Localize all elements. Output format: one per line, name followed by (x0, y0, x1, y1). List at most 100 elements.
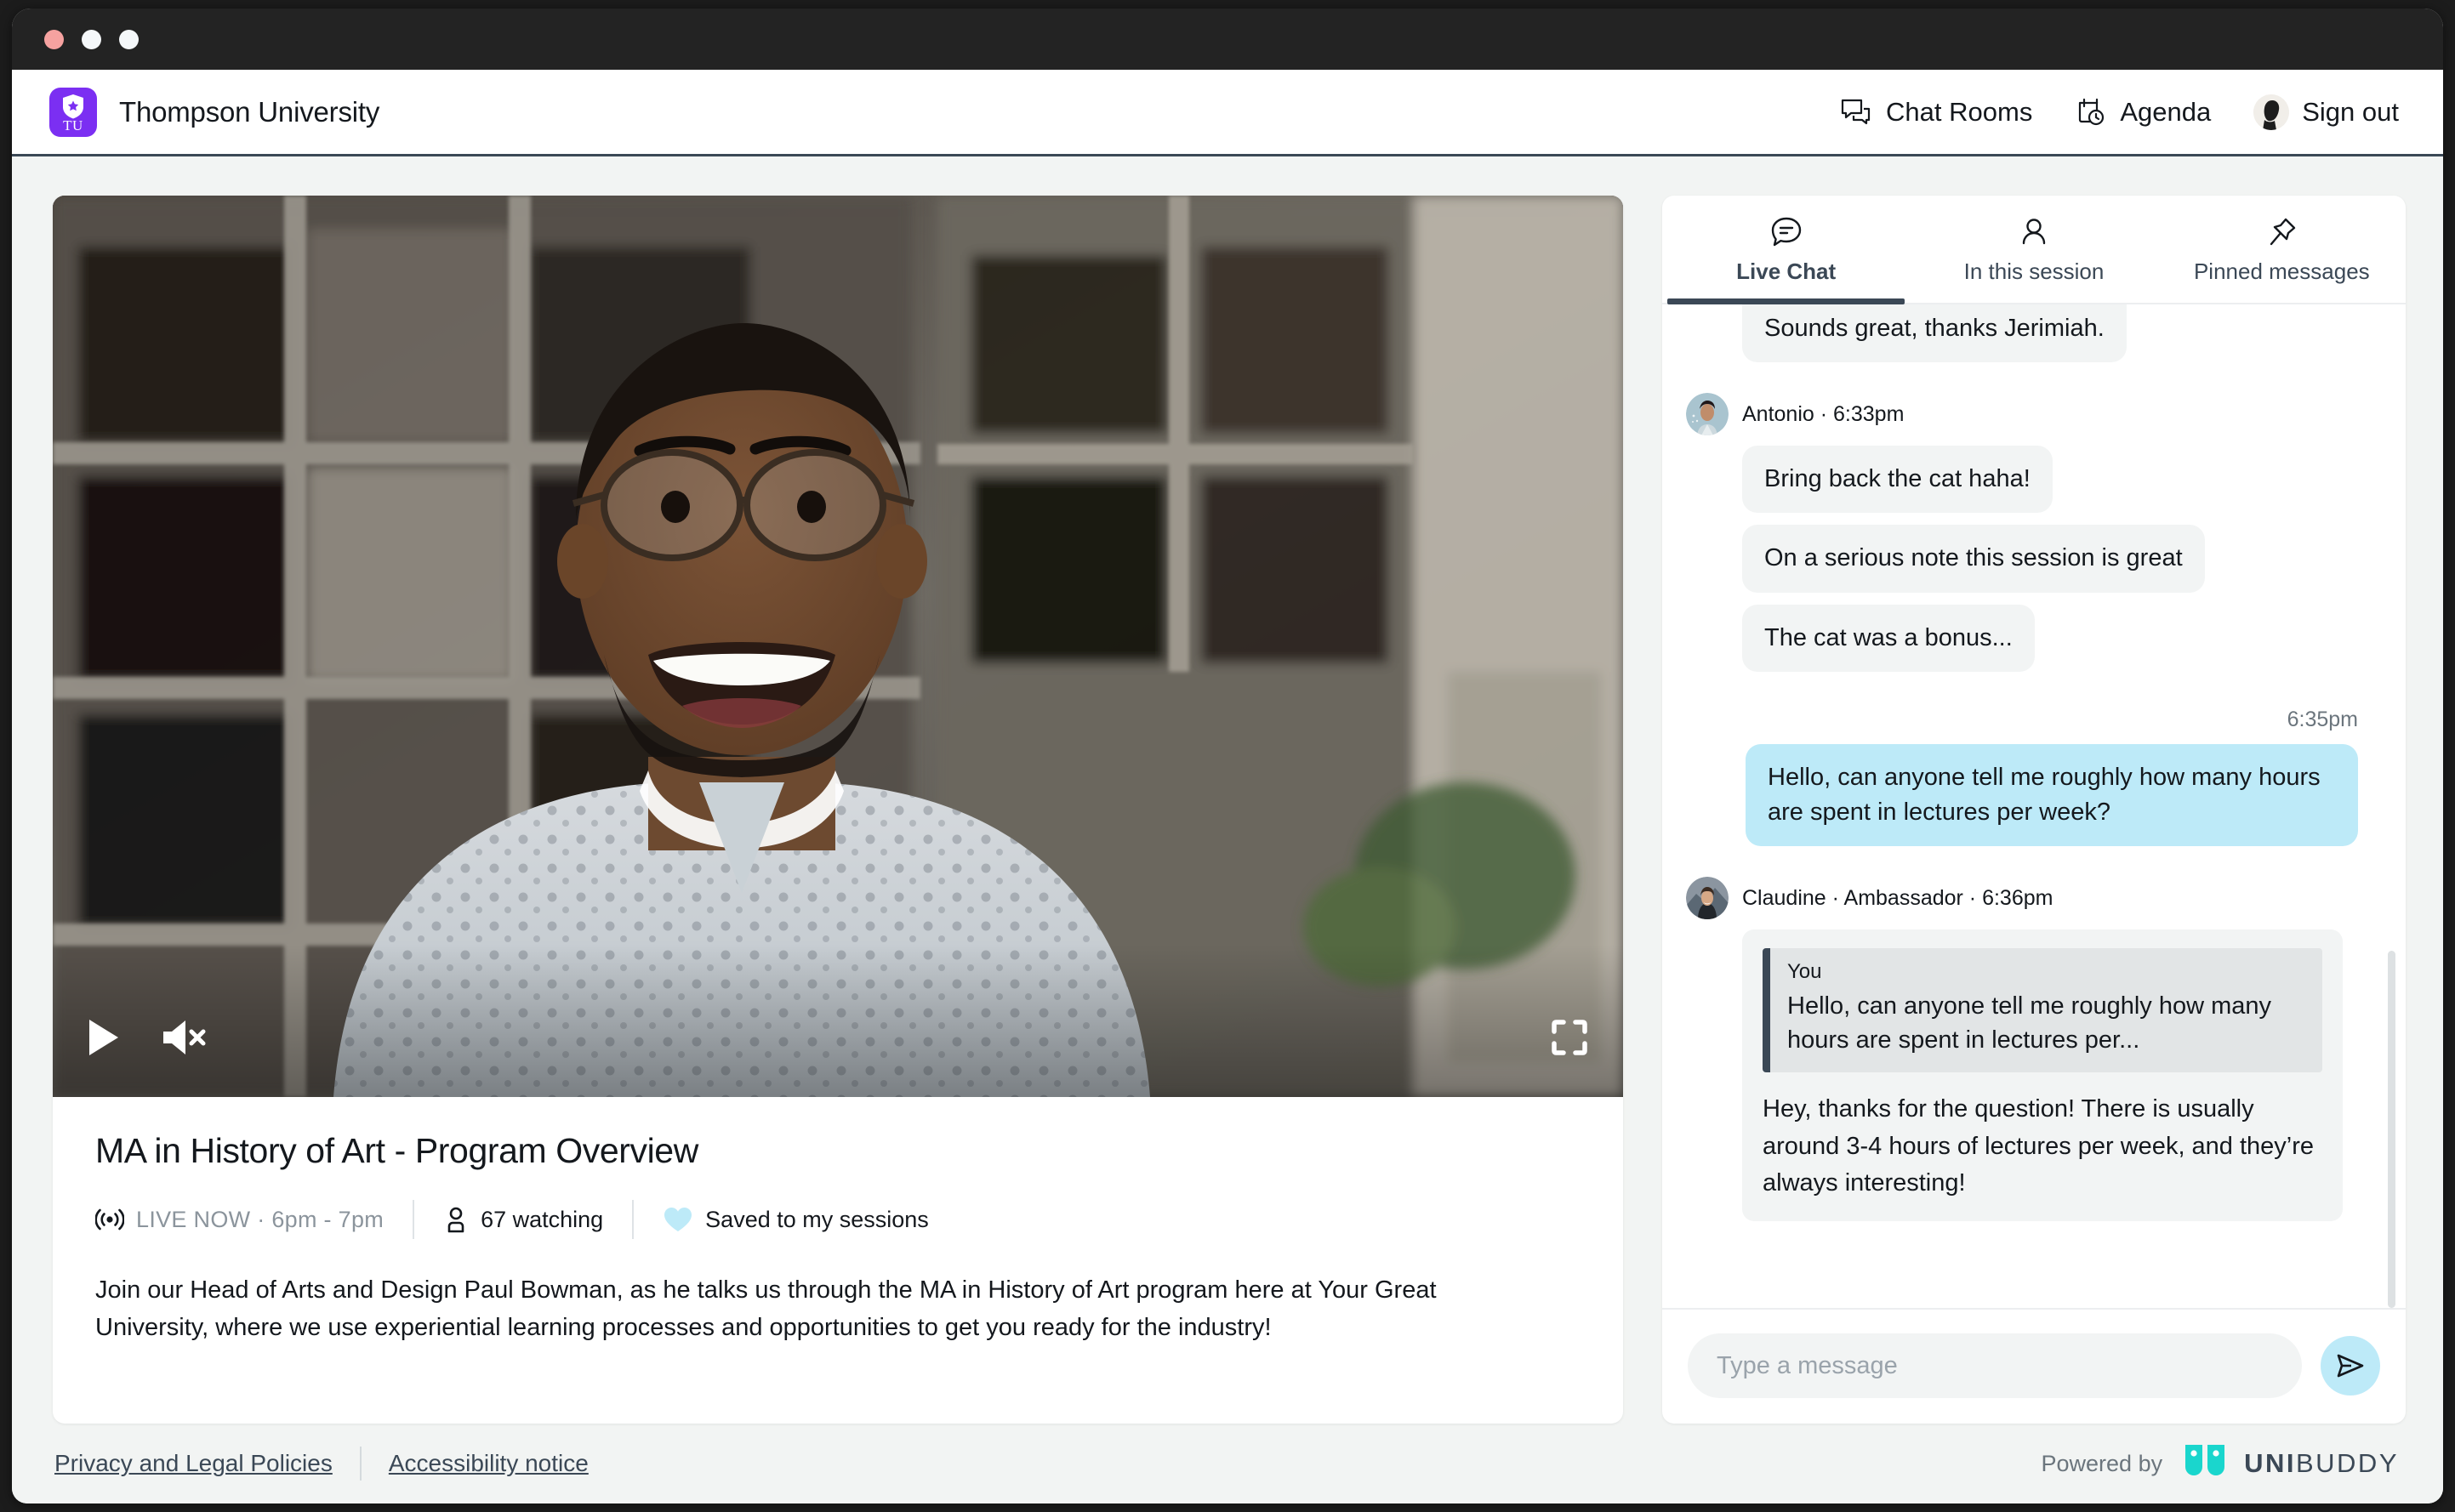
saved-status[interactable]: Saved to my sessions (663, 1206, 929, 1233)
message-sender-meta: Antonio · 6:33pm (1742, 401, 1905, 426)
mute-button[interactable] (160, 1018, 208, 1057)
message-bubble: Bring back the cat haha! (1742, 446, 2053, 514)
message-bubble-reply: You Hello, can anyone tell me roughly ho… (1742, 929, 2343, 1221)
saved-label: Saved to my sessions (705, 1206, 929, 1232)
play-button[interactable] (87, 1018, 121, 1057)
message-sender-meta: Claudine · Ambassador · 6:36pm (1742, 885, 2053, 910)
video-controls (53, 978, 1623, 1097)
watching-count: 67 watching (443, 1205, 603, 1234)
message-item: Antonio · 6:33pm Bring back the cat haha… (1686, 393, 2358, 684)
claudine-avatar-icon (1686, 877, 1729, 920)
message-sender: Antonio · 6:33pm (1686, 393, 2358, 436)
footer-link-privacy[interactable]: Privacy and Legal Policies (54, 1450, 333, 1477)
antonio-avatar-icon (1686, 393, 1729, 436)
message-item: Claudine · Ambassador · 6:36pm You Hello… (1686, 877, 2358, 1221)
footer-divider (359, 1447, 362, 1481)
powered-by: Powered by UNIBUDDY (2042, 1442, 2400, 1485)
nav-chat-rooms[interactable]: Chat Rooms (1839, 97, 2032, 128)
message-input[interactable] (1688, 1333, 2302, 1398)
app-footer: Privacy and Legal Policies Accessibility… (12, 1424, 2443, 1503)
message-item-outgoing: 6:35pm Hello, can anyone tell me roughly… (1686, 708, 2358, 858)
chat-tabs: Live Chat In this session Pinned message… (1662, 196, 2406, 304)
nav-sign-out-label: Sign out (2302, 96, 2399, 127)
chat-messages[interactable]: Sounds great, thanks Jerimiah. Antonio ·… (1662, 304, 2406, 1308)
message-bubble-mine: Hello, can anyone tell me roughly how ma… (1746, 743, 2358, 847)
fullscreen-button[interactable] (1550, 1018, 1589, 1057)
chat-composer (1662, 1308, 2406, 1424)
live-meta-text: LIVE NOW · 6pm - 7pm (136, 1206, 384, 1232)
fullscreen-icon (1552, 1020, 1587, 1055)
chat-panel: Live Chat In this session Pinned message… (1662, 196, 2406, 1424)
live-status: LIVE NOW · 6pm - 7pm (95, 1207, 384, 1233)
session-description: Join our Head of Arts and Design Paul Bo… (95, 1276, 1437, 1342)
tab-in-this-session-label: In this session (1963, 258, 2105, 284)
app-header: TU Thompson University Chat Rooms Agenda… (12, 70, 2443, 156)
send-button[interactable] (2321, 1336, 2380, 1395)
powered-by-label: Powered by (2041, 1450, 2163, 1476)
nav-agenda[interactable]: Agenda (2075, 96, 2211, 128)
brand[interactable]: TU Thompson University (49, 87, 380, 137)
chat-scrollbar[interactable] (2388, 951, 2395, 1308)
tab-live-chat[interactable]: Live Chat (1662, 196, 1910, 304)
window-titlebar (12, 9, 2443, 70)
avatar (2253, 94, 2290, 130)
reply-text: Hey, thanks for the question! There is u… (1763, 1095, 2315, 1197)
message-bubble: The cat was a bonus... (1742, 604, 2035, 672)
unibuddy-wordmark: UNIBUDDY (2244, 1448, 2399, 1479)
message-time: 6:35pm (2287, 707, 2358, 731)
agenda-icon (2079, 98, 2105, 125)
volume-muted-icon (163, 1020, 206, 1054)
quoted-message: You Hello, can anyone tell me roughly ho… (1763, 948, 2322, 1073)
video-player[interactable] (53, 196, 1623, 1097)
nav-sign-out[interactable]: Sign out (2253, 94, 2399, 130)
tab-in-this-session[interactable]: In this session (1910, 196, 2157, 303)
session-info: MA in History of Art - Program Overview … (53, 1097, 1623, 1385)
send-icon (2337, 1354, 2364, 1378)
chat-rooms-icon (1841, 99, 1871, 124)
quoted-text: Hello, can anyone tell me roughly how ma… (1787, 992, 2272, 1054)
message-item: Sounds great, thanks Jerimiah. (1742, 304, 2358, 374)
person-icon (2022, 218, 2046, 244)
unibuddy-mark-icon (2185, 1445, 2225, 1475)
message-sender: Claudine · Ambassador · 6:36pm (1686, 877, 2358, 920)
tab-pinned-messages-label: Pinned messages (2193, 258, 2370, 284)
unibuddy-wordmark-suffix: BUDDY (2295, 1448, 2399, 1478)
chat-bubble-icon (1771, 217, 1801, 246)
unibuddy-wordmark-prefix: UNI (2244, 1448, 2296, 1478)
window-close-button[interactable] (44, 29, 64, 49)
play-icon (89, 1020, 118, 1055)
window-minimize-button[interactable] (82, 29, 101, 49)
person-icon (447, 1207, 464, 1233)
nav-chat-rooms-label: Chat Rooms (1886, 96, 2033, 127)
app-window: TU Thompson University Chat Rooms Agenda… (12, 9, 2443, 1503)
session-meta: LIVE NOW · 6pm - 7pm 67 watching Saved t… (95, 1200, 1581, 1239)
tab-pinned-messages[interactable]: Pinned messages (2158, 196, 2406, 303)
session-card: MA in History of Art - Program Overview … (53, 196, 1623, 1424)
footer-link-accessibility[interactable]: Accessibility notice (389, 1450, 589, 1477)
user-avatar-icon (2253, 94, 2290, 130)
nav-agenda-label: Agenda (2120, 96, 2212, 127)
window-maximize-button[interactable] (119, 29, 139, 49)
university-logo-icon: TU (49, 87, 97, 137)
avatar (1686, 877, 1729, 920)
meta-divider-2 (632, 1200, 635, 1239)
brand-name: Thompson University (119, 95, 380, 128)
message-bubble: On a serious note this session is great (1742, 525, 2205, 593)
meta-divider (413, 1200, 415, 1239)
pin-icon (2270, 218, 2296, 245)
session-title: MA in History of Art - Program Overview (95, 1131, 698, 1170)
avatar (1686, 393, 1729, 436)
watching-label: 67 watching (481, 1206, 604, 1232)
main-content: MA in History of Art - Program Overview … (12, 156, 2443, 1424)
message-bubble: Sounds great, thanks Jerimiah. (1742, 304, 2127, 363)
video-frame (53, 196, 1623, 1097)
quoted-author: You (1787, 960, 1822, 984)
header-nav: Chat Rooms Agenda Sign out (1839, 94, 2399, 130)
unibuddy-logo: UNIBUDDY (2183, 1442, 2399, 1485)
tab-live-chat-label: Live Chat (1736, 258, 1837, 284)
live-broadcast-icon (95, 1208, 124, 1231)
logo-initials: TU (63, 117, 83, 134)
heart-icon (664, 1208, 692, 1231)
footer-links: Privacy and Legal Policies Accessibility… (54, 1447, 589, 1481)
shield-star-icon (63, 94, 83, 118)
